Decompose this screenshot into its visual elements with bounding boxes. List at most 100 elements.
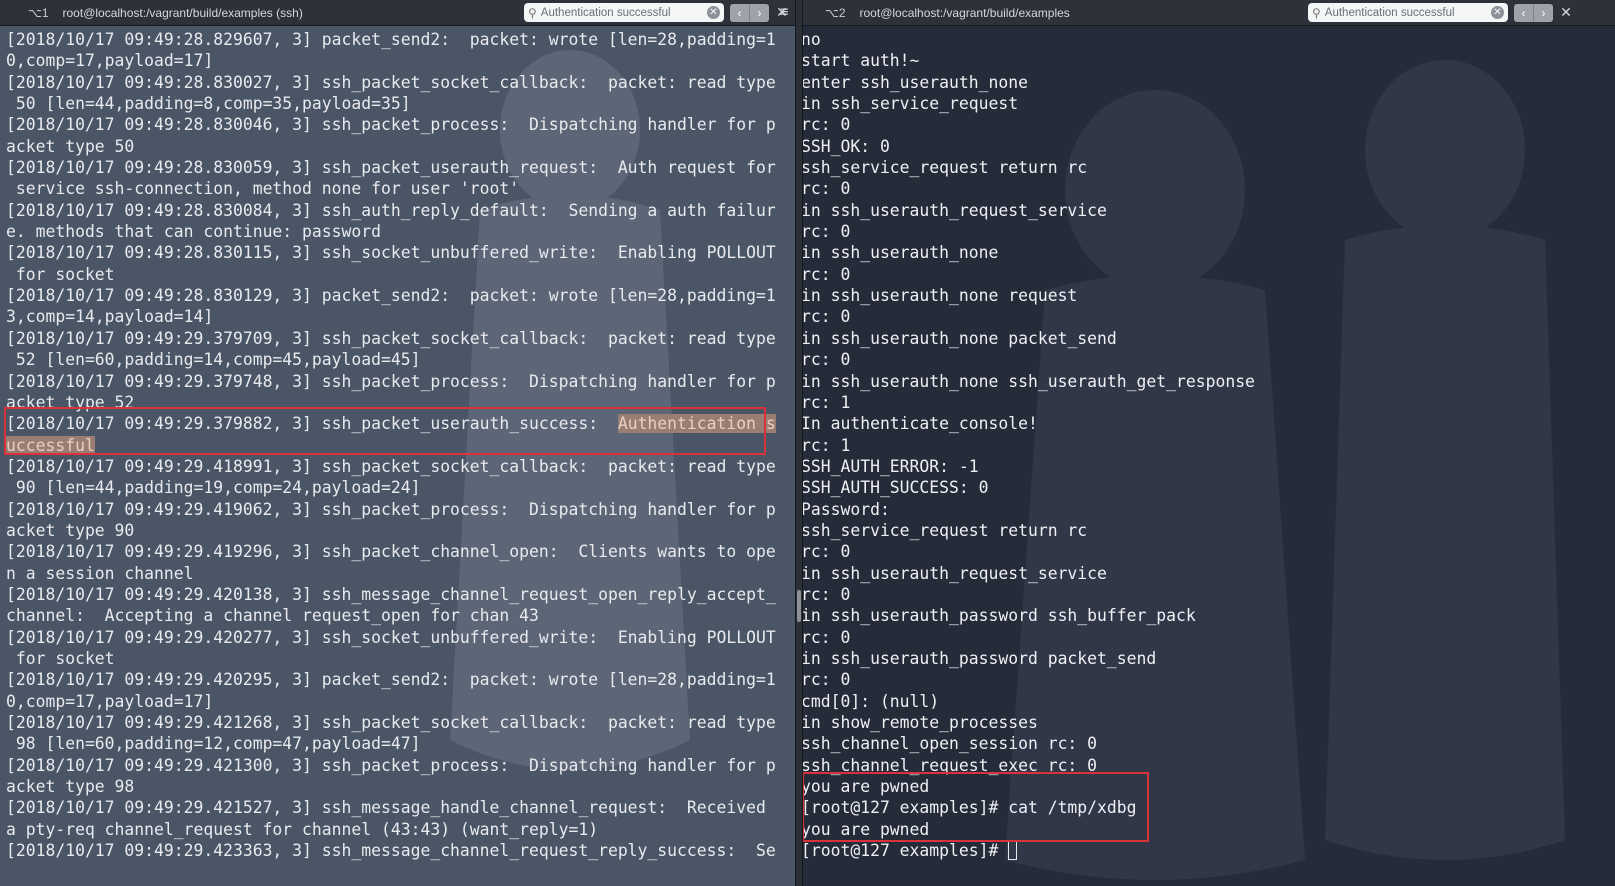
terminal-line: rc: 0 <box>801 115 851 135</box>
terminal-line: [2018/10/17 09:49:29.419062, 3] ssh_pack… <box>6 499 776 519</box>
clear-search-icon[interactable]: ✕ <box>707 6 720 19</box>
find-next-button-left[interactable]: › <box>750 3 769 22</box>
find-next-button-right[interactable]: › <box>1534 3 1553 22</box>
terminal-line: 52 [len=60,padding=14,comp=45,payload=45… <box>6 350 421 370</box>
terminal-line: in ssh_service_request <box>801 94 1019 114</box>
terminal-line: rc: 0 <box>801 264 851 284</box>
terminal-line: ssh_service_request return rc <box>801 158 1088 178</box>
terminal-line: [2018/10/17 09:49:28.830059, 3] ssh_pack… <box>6 158 776 178</box>
terminal-line: in show_remote_processes <box>801 713 1038 732</box>
shell-prompt: [root@127 examples]# <box>801 841 1009 861</box>
find-field-right[interactable]: ⚲ Authentication successful ✕ <box>1308 3 1508 22</box>
terminal-line: SSH_AUTH_SUCCESS: 0 <box>801 478 989 498</box>
terminal-line: rc: 0 <box>801 222 851 242</box>
terminal-line: rc: 1 <box>801 435 851 455</box>
terminal-line: in ssh_userauth_request_service <box>801 200 1107 220</box>
terminal-line: 0,comp=17,payload=17] <box>6 691 214 711</box>
pane-title-text-right: root@localhost:/vagrant/build/examples <box>859 5 1070 20</box>
close-icon: ✕ <box>1560 4 1572 20</box>
find-input-left[interactable]: Authentication successful <box>541 7 707 19</box>
clear-search-icon[interactable]: ✕ <box>1491 6 1504 19</box>
terminal-line: rc: 0 <box>801 542 851 562</box>
terminal-line: e. methods that can continue: password <box>6 222 381 242</box>
terminal-line: a pty-req channel_request for channel (4… <box>6 819 599 839</box>
find-nav-right: ‹ › <box>1514 3 1553 22</box>
terminal-pane-right[interactable]: ⌥2 root@localhost:/vagrant/build/example… <box>795 0 1615 886</box>
find-prev-button-right[interactable]: ‹ <box>1514 3 1534 22</box>
terminal-line-auth-success-cont: uccessful <box>6 435 786 456</box>
terminal-line: rc: 0 <box>801 670 851 690</box>
terminal-line: [2018/10/17 09:49:28.830084, 3] ssh_auth… <box>6 200 776 220</box>
terminal-line: [2018/10/17 09:49:29.419296, 3] ssh_pack… <box>6 542 776 562</box>
terminal-line: [2018/10/17 09:49:28.829607, 3] packet_s… <box>6 30 776 49</box>
search-match-highlight: uccessful <box>6 435 95 455</box>
terminal-line: 3,comp=14,payload=14] <box>6 307 214 327</box>
text-cursor[interactable] <box>1008 841 1018 861</box>
terminal-line: acket type 50 <box>6 136 135 156</box>
iterm-window: ⌥1 root@localhost:/vagrant/build/example… <box>0 0 1615 886</box>
terminal-line: acket type 90 <box>6 520 135 540</box>
find-input-right[interactable]: Authentication successful <box>1325 7 1491 19</box>
pane-title-bar-left: ⌥1 root@localhost:/vagrant/build/example… <box>0 0 795 26</box>
find-prev-button-left[interactable]: ‹ <box>730 3 750 22</box>
terminal-line: [2018/10/17 09:49:29.421527, 3] ssh_mess… <box>6 798 766 818</box>
terminal-line: in ssh_userauth_request_service <box>801 563 1107 583</box>
terminal-line: [2018/10/17 09:49:29.421300, 3] ssh_pack… <box>6 755 776 775</box>
terminal-line: [2018/10/17 09:49:29.420277, 3] ssh_sock… <box>6 627 776 647</box>
terminal-line: rc: 1 <box>801 392 851 412</box>
pane-shortcut-right: ⌥2 <box>825 5 846 20</box>
terminal-line: rc: 0 <box>801 307 851 327</box>
pane-splitter[interactable] <box>795 0 803 886</box>
terminal-line: 90 [len=44,padding=19,comp=24,payload=24… <box>6 478 421 498</box>
terminal-line: in ssh_userauth_none <box>801 243 999 263</box>
chevron-right-icon: › <box>757 5 762 20</box>
terminal-line: ssh_channel_request_exec rc: 0 <box>801 755 1098 775</box>
terminal-line: Password: <box>801 499 890 519</box>
terminal-line: in ssh_userauth_password ssh_buffer_pack <box>801 606 1196 626</box>
hamburger-menu-icon[interactable]: ≡ <box>780 4 788 20</box>
terminal-line-pwned: you are pwned <box>801 819 930 839</box>
terminal-line: [2018/10/17 09:49:28.830115, 3] ssh_sock… <box>6 243 776 263</box>
terminal-pane-left[interactable]: ⌥1 root@localhost:/vagrant/build/example… <box>0 0 795 886</box>
terminal-line: [2018/10/17 09:49:29.379748, 3] ssh_pack… <box>6 371 776 391</box>
terminal-line: [2018/10/17 09:49:28.830046, 3] ssh_pack… <box>6 115 776 135</box>
terminal-line: acket type 98 <box>6 777 135 797</box>
terminal-line-pwned: [root@127 examples]# cat /tmp/xdbg <box>801 798 1137 818</box>
terminal-text: [2018/10/17 09:49:29.379882, 3] ssh_pack… <box>6 414 618 434</box>
terminal-line: rc: 0 <box>801 350 851 370</box>
find-field-left[interactable]: ⚲ Authentication successful ✕ <box>524 3 724 22</box>
terminal-line: 98 [len=60,padding=12,comp=47,payload=47… <box>6 734 421 754</box>
terminal-line: cmd[0]: (null) <box>801 691 940 711</box>
terminal-output-right[interactable]: no start auth!~ enter ssh_userauth_none in … <box>795 26 1615 886</box>
terminal-line: SSH_AUTH_ERROR: -1 <box>801 456 979 476</box>
terminal-line: in ssh_userauth_none request <box>801 286 1078 306</box>
close-find-button-right[interactable]: ✕ <box>1557 4 1575 21</box>
terminal-line: enter ssh_userauth_none <box>801 72 1028 92</box>
chevron-right-icon: › <box>1541 5 1546 20</box>
terminal-line: 50 [len=44,padding=8,comp=35,payload=35] <box>6 94 411 114</box>
find-nav-left: ‹ › <box>730 3 769 22</box>
terminal-line: n a session channel <box>6 563 194 583</box>
terminal-line: in ssh_userauth_password packet_send <box>801 648 1157 668</box>
terminal-line: rc: 0 <box>801 179 851 199</box>
terminal-line-pwned: you are pwned <box>801 777 930 797</box>
pane-title-right: ⌥2 root@localhost:/vagrant/build/example… <box>795 6 1308 20</box>
search-match-highlight: Authentication s <box>617 414 776 434</box>
terminal-line: [2018/10/17 09:49:28.830027, 3] ssh_pack… <box>6 72 776 92</box>
terminal-line: acket type 52 <box>6 392 135 412</box>
terminal-line: service ssh-connection, method none for … <box>6 179 520 199</box>
terminal-line: [2018/10/17 09:49:29.420138, 3] ssh_mess… <box>6 584 776 604</box>
chevron-left-icon: ‹ <box>737 5 742 20</box>
terminal-line: SSH_OK: 0 <box>801 136 890 156</box>
scrollbar-thumb[interactable] <box>797 590 801 622</box>
terminal-line: channel: Accepting a channel request_ope… <box>6 606 539 626</box>
terminal-line: rc: 0 <box>801 627 851 647</box>
terminal-line: for socket <box>6 648 115 668</box>
magnifier-icon: ⚲ <box>528 5 537 20</box>
terminal-line: [2018/10/17 09:49:28.830129, 3] packet_s… <box>6 286 776 306</box>
terminal-line: [2018/10/17 09:49:29.420295, 3] packet_s… <box>6 670 776 690</box>
pane-title-left: ⌥1 root@localhost:/vagrant/build/example… <box>0 6 524 20</box>
terminal-output-left[interactable]: [2018/10/17 09:49:28.829607, 3] packet_s… <box>0 26 786 886</box>
terminal-line: start auth!~ <box>801 51 920 71</box>
shell-prompt-line: [root@127 examples]# <box>801 840 1615 861</box>
